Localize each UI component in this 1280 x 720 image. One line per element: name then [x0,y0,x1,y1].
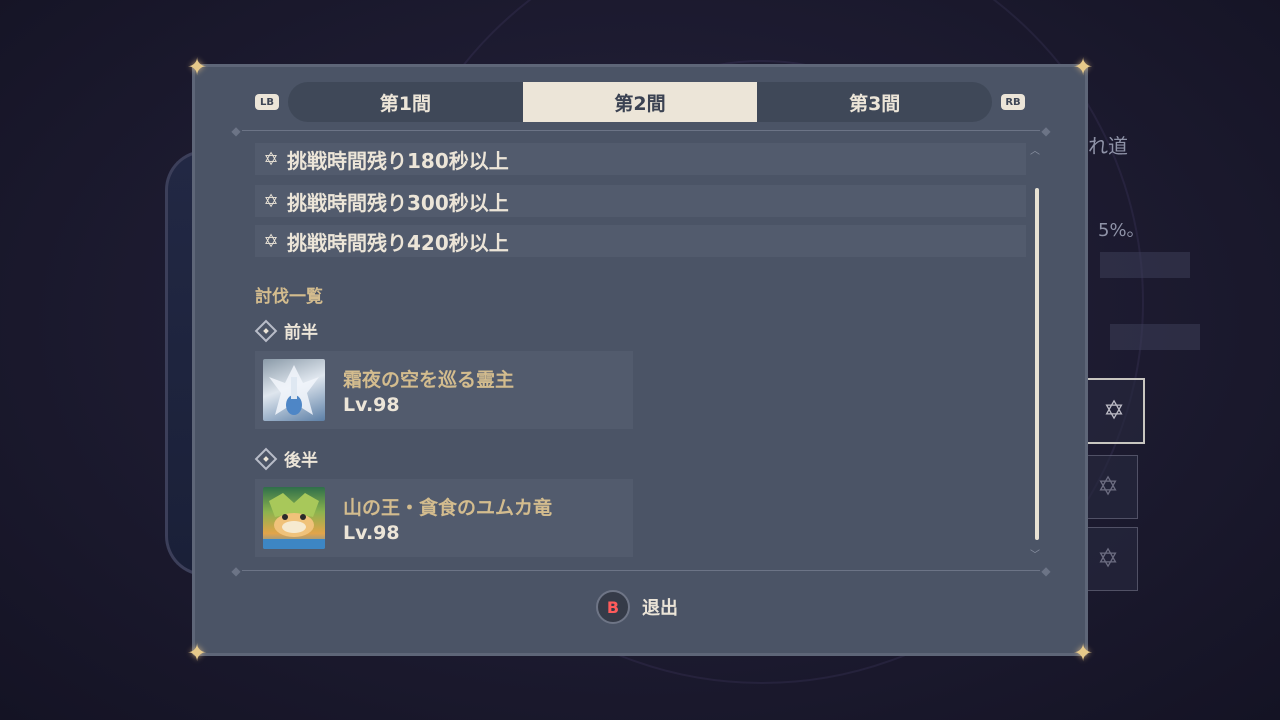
corner-ornament-icon: ✦ [186,53,208,81]
first-half-label: 前半 [254,318,318,343]
tab-chamber-2[interactable]: 第2間 [522,82,758,122]
star-condition-row: ✡ 挑戦時間残り180秒以上 [255,143,1026,175]
second-half-label: 後半 [254,446,318,471]
half-label-text: 後半 [284,451,318,471]
star-condition-row: ✡ 挑戦時間残り420秒以上 [255,225,1026,257]
star-icon: ✡ [263,148,279,170]
corner-ornament-icon: ✦ [186,639,208,667]
half-label-text: 前半 [284,323,318,343]
enemy-name: 山の王・貪食のユムカ竜 [343,496,553,519]
corner-ornament-icon: ✦ [1072,53,1094,81]
enemy-card[interactable]: 霜夜の空を巡る霊主 Lv.98 [255,351,633,429]
scroll-up-icon[interactable]: ︿ [1030,142,1040,157]
corner-ornament-icon: ✦ [1072,639,1094,667]
condition-text: 挑戦時間残り300秒以上 [287,190,509,215]
dragon-boss-portrait [263,487,325,549]
enemy-list-title: 討伐一覧 [255,287,323,307]
rb-button-icon[interactable]: RB [1001,94,1025,110]
bg-star-box: ✡ [1083,378,1145,444]
tab-chamber-3[interactable]: 第3間 [757,82,992,122]
condition-text: 挑戦時間残り180秒以上 [287,148,509,173]
enemy-card[interactable]: 山の王・貪食のユムカ竜 Lv.98 [255,479,633,557]
top-divider: ◆ ◆ [231,124,1051,138]
tab-chamber-1[interactable]: 第1間 [288,82,523,122]
enemy-name: 霜夜の空を巡る霊主 [343,368,515,391]
diamond-icon [254,319,278,342]
star-icon: ✡ [263,230,279,252]
lb-button-icon[interactable]: LB [255,94,279,110]
scroll-down-icon[interactable]: ﹀ [1030,546,1040,561]
star-condition-row: ✡ 挑戦時間残り300秒以上 [255,185,1026,217]
exit-button[interactable]: B 退出 [596,590,678,624]
star-icon: ✡ [263,190,279,212]
scrollbar-thumb[interactable] [1035,188,1039,540]
b-button-icon[interactable]: B [596,590,630,624]
bg-right-percent: 5%。 [1098,220,1145,241]
ice-boss-portrait [263,359,325,421]
bg-right-bar [1110,324,1200,350]
chamber-tabs: 第1間 第2間 第3間 [288,82,992,122]
enemy-level: Lv.98 [343,521,400,544]
bg-right-bar [1100,252,1190,278]
condition-text: 挑戦時間残り420秒以上 [287,230,509,255]
bg-right-title: れ道 [1088,134,1128,158]
bottom-divider: ◆ ◆ [231,564,1051,578]
exit-label: 退出 [642,598,678,619]
diamond-icon [254,447,278,470]
enemy-level: Lv.98 [343,393,400,416]
